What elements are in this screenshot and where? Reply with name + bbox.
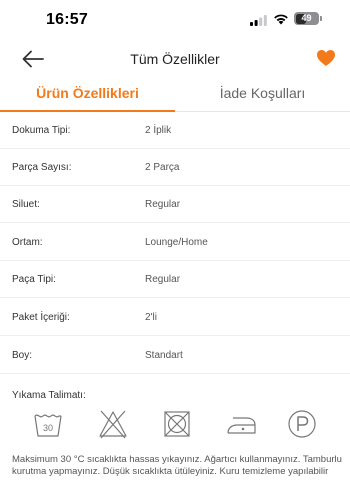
spec-row: Siluet: Regular: [0, 187, 350, 223]
nav-header: Tüm Özellikler: [0, 40, 350, 78]
no-tumble-dry-icon: [164, 411, 190, 437]
battery-cap: [320, 16, 322, 21]
wifi-icon: [274, 14, 288, 25]
spec-label: Paça Tipi:: [12, 274, 56, 285]
iron-low-icon: [227, 417, 256, 434]
spec-label: Siluet:: [12, 199, 40, 210]
spec-value: 2 İplik: [145, 125, 172, 136]
spec-value: Standart: [145, 350, 183, 361]
battery-icon: 49: [294, 12, 319, 25]
spec-label: Parça Sayısı:: [12, 162, 72, 173]
wash-30-icon: 30: [34, 414, 62, 437]
dry-clean-p-icon: [288, 410, 316, 438]
spec-label: Dokuma Tipi:: [12, 125, 71, 136]
spec-value: Lounge/Home: [145, 237, 208, 248]
status-bar: 16:57 49: [0, 0, 350, 40]
spec-row: Dokuma Tipi: 2 İplik: [0, 113, 350, 149]
washing-icons: 30: [0, 408, 350, 446]
heart-icon: [317, 50, 335, 66]
washing-instructions-text: Maksimum 30 °C sıcaklıkta hassas yıkayın…: [12, 454, 342, 478]
battery-percentage: 49: [301, 13, 312, 23]
spec-label: Boy:: [12, 350, 33, 361]
cellular-signal-icon: [250, 15, 267, 26]
spec-row: Boy: Standart: [0, 338, 350, 374]
spec-label: Ortam:: [12, 237, 43, 248]
spec-label: Paket İçeriği:: [12, 312, 70, 323]
active-tab-indicator: [0, 110, 175, 112]
wash-temperature: 30: [43, 423, 53, 433]
washing-instructions-title: Yıkama Talimatı:: [12, 390, 86, 401]
spec-row: Ortam: Lounge/Home: [0, 225, 350, 261]
tab-return-conditions[interactable]: İade Koşulları: [175, 80, 350, 112]
spec-row: Parça Sayısı: 2 Parça: [0, 150, 350, 186]
spec-row: Paça Tipi: Regular: [0, 262, 350, 298]
tab-product-features[interactable]: Ürün Özellikleri: [0, 80, 175, 112]
favorite-button[interactable]: [316, 49, 336, 67]
spec-value: 2 Parça: [145, 162, 180, 173]
no-bleach-icon: [99, 410, 127, 439]
spec-value: 2'li: [145, 312, 157, 323]
status-time: 16:57: [46, 11, 88, 28]
spec-value: Regular: [145, 274, 181, 285]
spec-row: Paket İçeriği: 2'li: [0, 300, 350, 336]
spec-value: Regular: [145, 199, 181, 210]
tab-bar: Ürün Özellikleri İade Koşulları: [0, 80, 350, 112]
page-title: Tüm Özellikler: [130, 51, 220, 67]
